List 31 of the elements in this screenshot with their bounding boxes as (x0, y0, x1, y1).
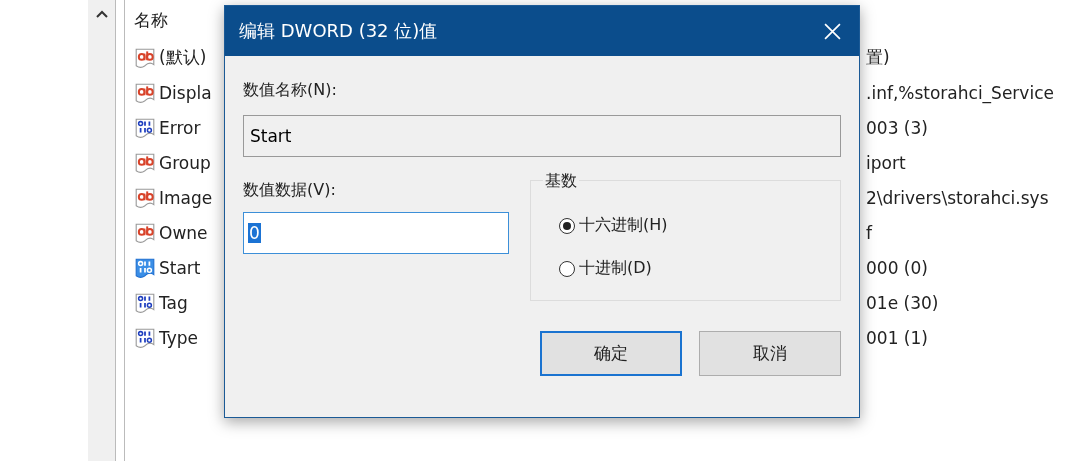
radio-option[interactable]: 十六进制(H) (559, 215, 840, 236)
value-name[interactable]: Type (159, 327, 199, 348)
value-data: 000 (0) (866, 257, 928, 278)
close-icon (824, 22, 841, 40)
value-data: 置) (866, 46, 890, 69)
value-data: 003 (3) (866, 117, 928, 138)
value-data: f (866, 222, 872, 243)
value-name[interactable]: Displa (159, 82, 212, 103)
value-data: 001 (1) (866, 327, 928, 348)
field-label: 数值名称(N): (243, 80, 338, 101)
caret-up-icon[interactable] (95, 10, 108, 18)
window-title: 编辑 DWORD (32 位)值 (239, 19, 438, 43)
ok-button[interactable]: 确定 (540, 331, 682, 376)
group-label: 基数 (543, 171, 579, 192)
value-data: 01e (30) (866, 292, 939, 313)
cancel-button[interactable]: 取消 (699, 331, 841, 376)
value-name[interactable]: Start (159, 257, 201, 278)
value-data: .inf,%storahci_Service (866, 82, 1054, 103)
value-name[interactable]: Owne (159, 222, 208, 243)
value-name[interactable]: Error (159, 117, 201, 138)
radio-option[interactable]: 十进制(D) (559, 258, 840, 279)
value-name[interactable]: (默认) (159, 46, 207, 69)
value-data-field[interactable]: 0 (243, 212, 509, 254)
value-name[interactable]: Image (159, 187, 213, 208)
value-data: iport (866, 152, 906, 173)
value-name[interactable]: Tag (159, 292, 188, 313)
value-name-field[interactable]: Start (243, 115, 841, 157)
column-header[interactable]: 名称 (134, 8, 224, 32)
value-name[interactable]: Group (159, 152, 211, 173)
value-data: 2\drivers\storahci.sys (866, 187, 1049, 208)
field-label: 数值数据(V): (243, 180, 337, 201)
